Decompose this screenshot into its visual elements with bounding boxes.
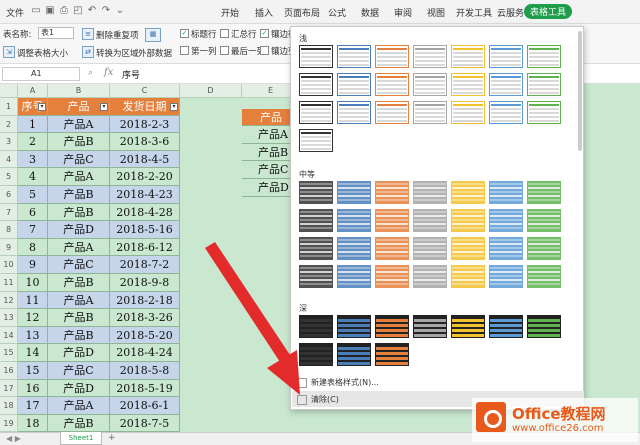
watermark-url: www.office26.com: [512, 423, 604, 434]
office-logo-icon: [476, 402, 506, 432]
watermark-brand: Office教程网: [512, 405, 606, 423]
annotation-arrow: [205, 242, 300, 395]
watermark: Office教程网 www.office26.com: [472, 398, 638, 442]
